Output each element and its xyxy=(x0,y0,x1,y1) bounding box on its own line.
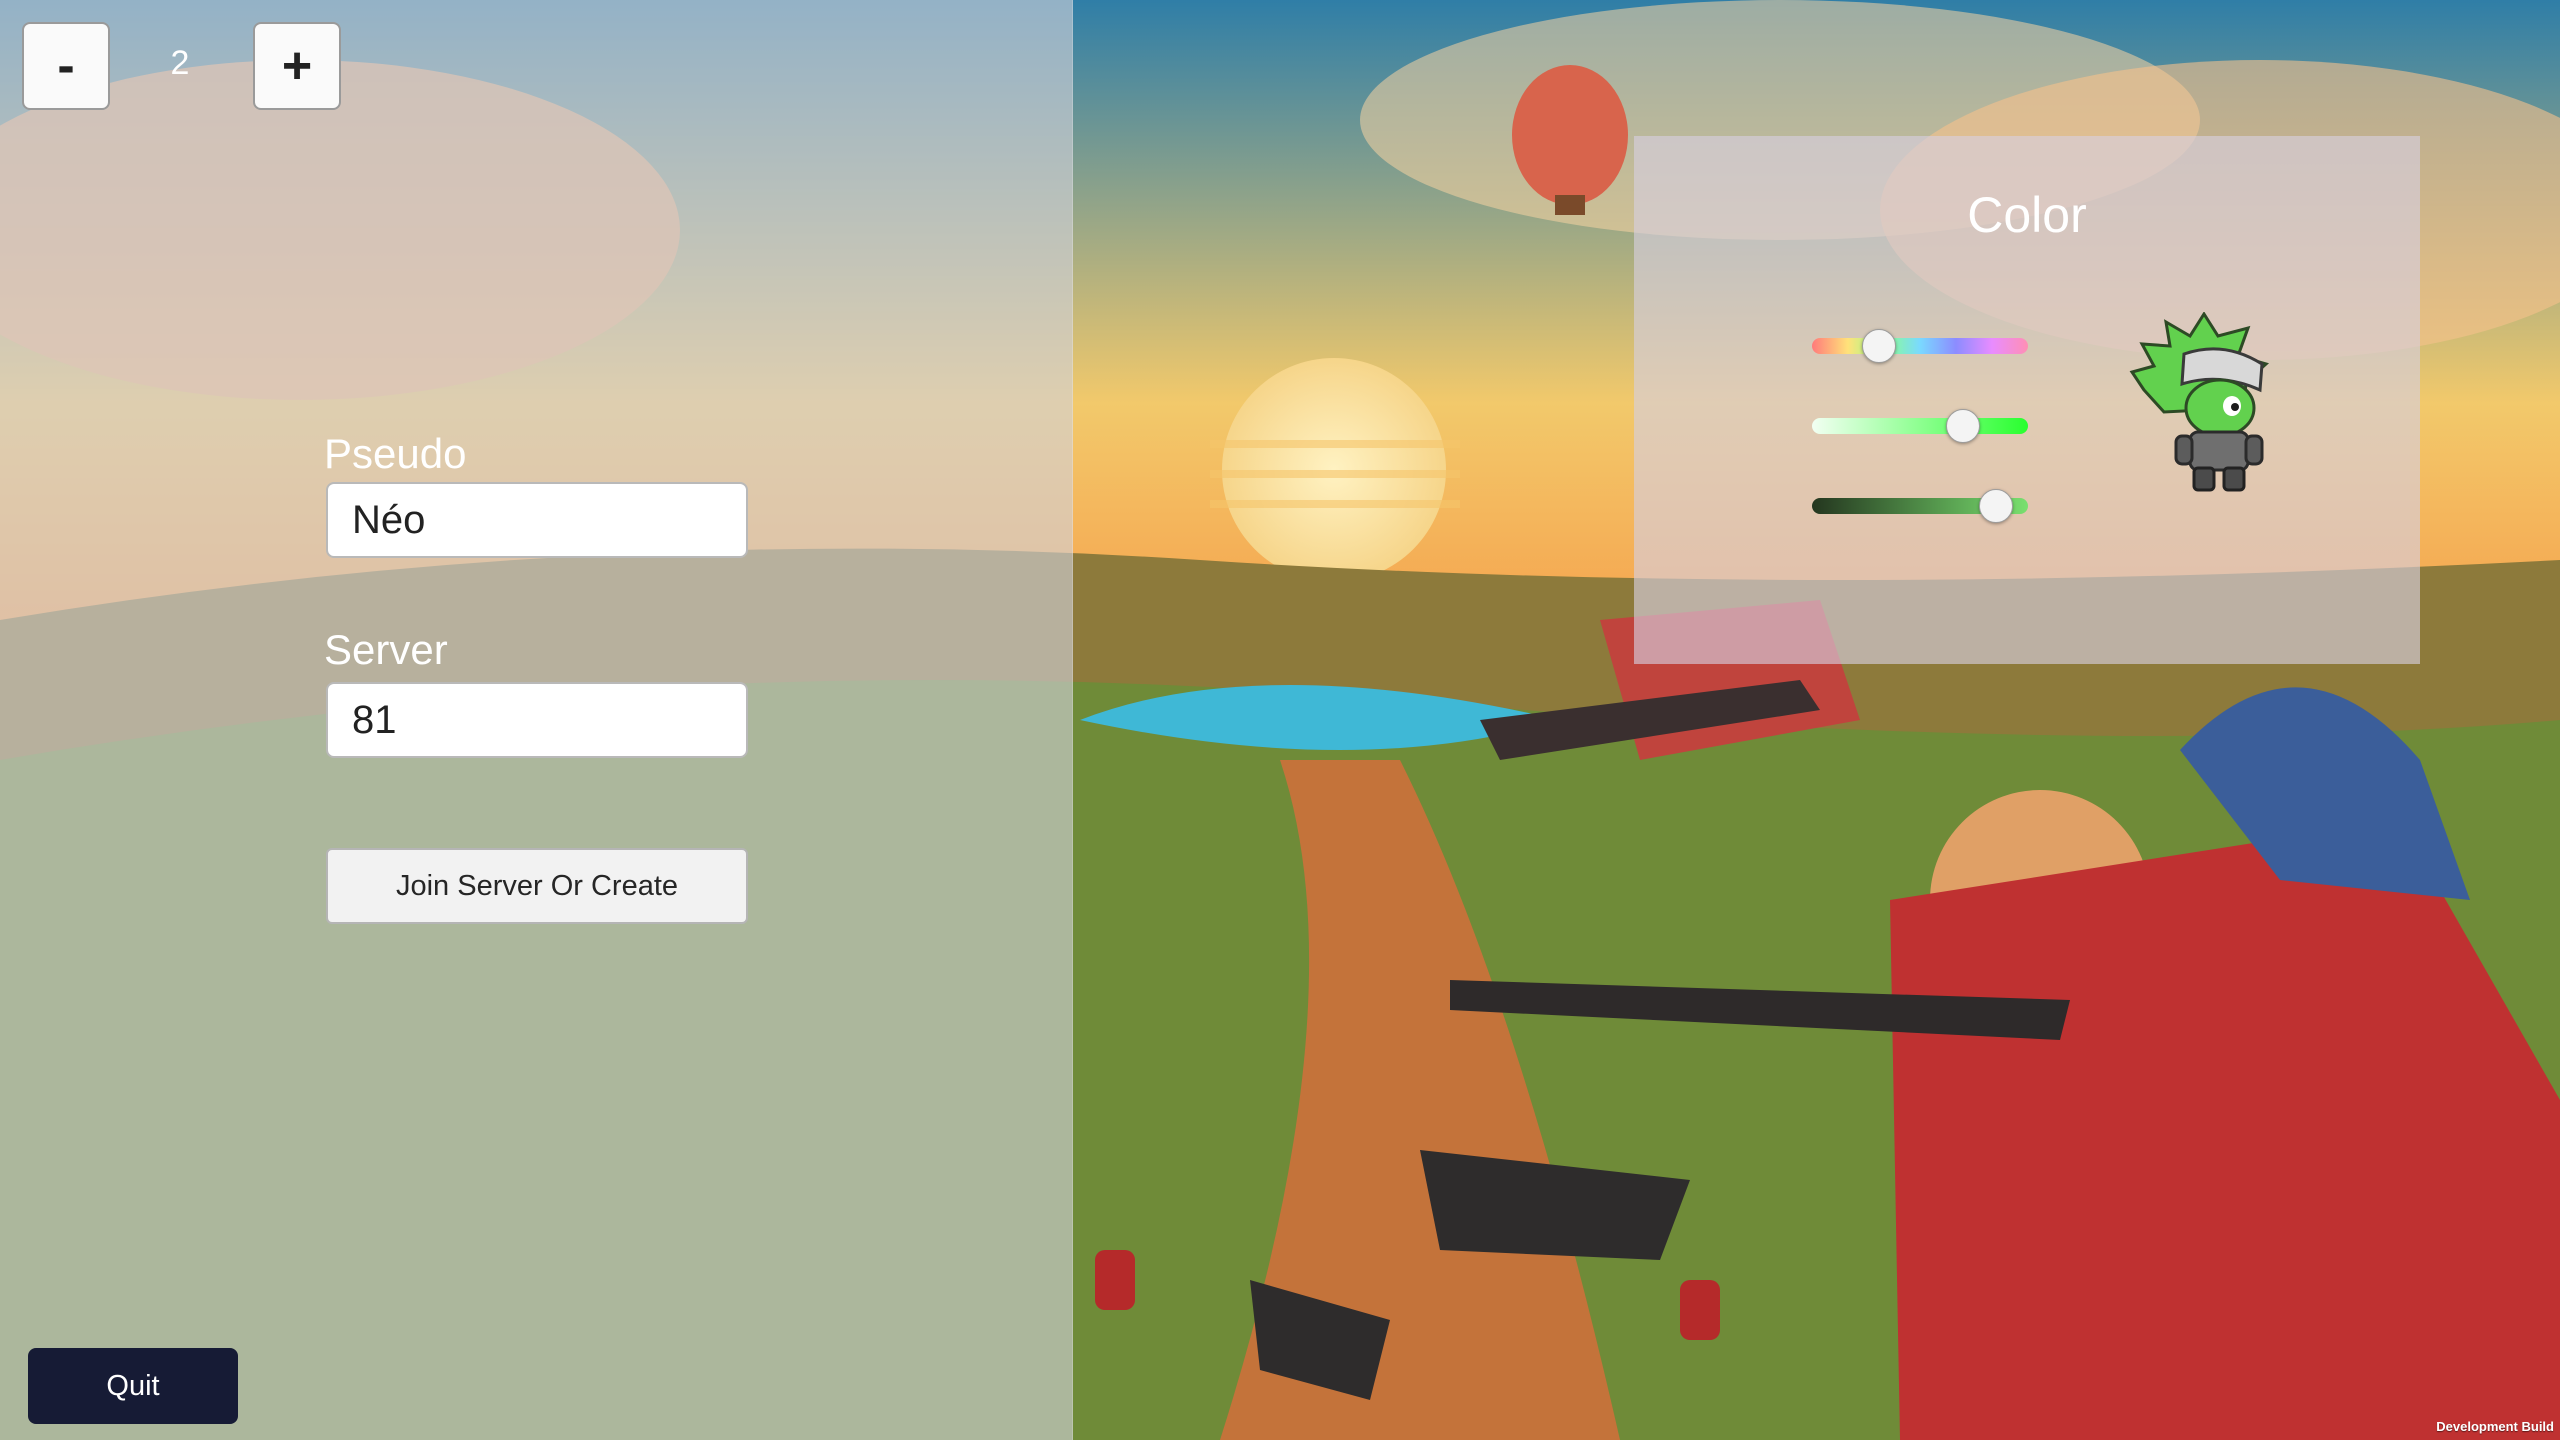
count-value: 2 xyxy=(170,44,190,82)
saturation-slider[interactable] xyxy=(1812,409,2028,443)
pseudo-input[interactable]: Néo xyxy=(326,482,748,558)
brightness-slider-knob[interactable] xyxy=(1978,489,2013,523)
server-input[interactable]: 81 xyxy=(326,682,748,758)
character-preview-icon xyxy=(2129,312,2270,492)
development-build-label: Development Build xyxy=(2436,1419,2554,1434)
increase-button[interactable]: + xyxy=(253,22,341,110)
brightness-slider[interactable] xyxy=(1812,489,2028,523)
decrease-button[interactable]: - xyxy=(22,22,110,110)
quit-button[interactable]: Quit xyxy=(28,1348,238,1424)
pseudo-label: Pseudo xyxy=(324,430,467,477)
hue-slider[interactable] xyxy=(1812,329,2028,363)
server-label: Server xyxy=(324,626,448,673)
game-menu-screen: - 2 + Pseudo Néo Server 81 Join Server O… xyxy=(0,0,2560,1440)
color-title: Color xyxy=(1967,187,2087,243)
join-server-button[interactable]: Join Server Or Create xyxy=(326,848,748,924)
hue-slider-knob[interactable] xyxy=(1861,329,1896,363)
left-menu-panel: - 2 + Pseudo Néo Server 81 Join Server O… xyxy=(0,0,1073,1440)
saturation-slider-knob[interactable] xyxy=(1946,409,1981,443)
color-panel: Color xyxy=(1634,136,2420,664)
